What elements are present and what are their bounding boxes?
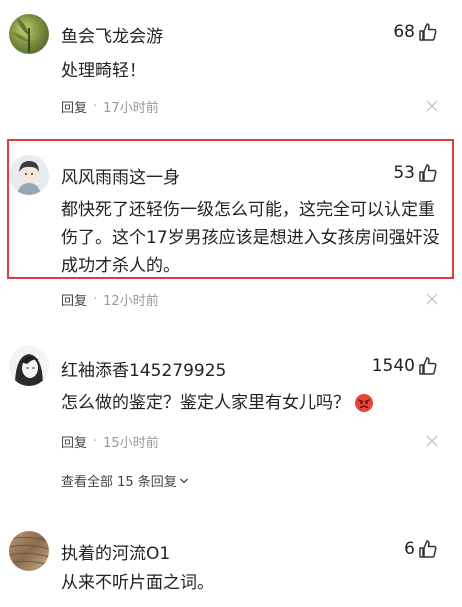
comment-username[interactable]: 执着的河流O1 <box>61 539 170 564</box>
avatar[interactable] <box>9 14 49 54</box>
close-icon[interactable] <box>426 435 438 447</box>
like-count: 6 <box>404 539 415 559</box>
view-all-replies-link[interactable]: 查看全部 15 条回复 <box>61 471 189 490</box>
close-icon[interactable] <box>426 293 438 305</box>
like-button[interactable]: 53 <box>393 163 438 183</box>
comment-time: 12小时前 <box>103 294 159 309</box>
comment-username[interactable]: 风风雨雨这一身 <box>61 163 180 188</box>
reply-button[interactable]: 回复 <box>61 432 87 451</box>
like-count: 1540 <box>371 356 415 376</box>
comment-time: 17小时前 <box>103 101 159 116</box>
like-button[interactable]: 1540 <box>372 356 438 376</box>
separator-dot: · <box>93 99 98 114</box>
like-count: 68 <box>393 22 415 42</box>
plant-icon <box>13 16 47 52</box>
comment-text: 从来不听片面之词。 <box>61 573 214 593</box>
comment-text: 都快死了还轻伤一级怎么可能，这完全可以认定重伤了。这个17岁男孩应该是想进入女孩… <box>61 200 440 276</box>
wood-texture-icon <box>9 536 49 566</box>
comment-text-row: 怎么做的鉴定？鉴定人家里有女儿吗？ <box>61 389 441 417</box>
view-all-replies-label: 查看全部 15 条回复 <box>61 475 177 490</box>
avatar[interactable] <box>9 346 49 386</box>
comment-meta: 回复 · 17小时前 <box>61 97 159 116</box>
chevron-down-icon <box>179 478 188 483</box>
reply-button[interactable]: 回复 <box>61 97 87 116</box>
separator-dot: · <box>93 434 98 449</box>
like-button[interactable]: 6 <box>404 539 438 559</box>
angry-face-icon <box>355 394 373 412</box>
comment-meta: 回复 · 12小时前 <box>61 290 159 309</box>
comment-username[interactable]: 红袖添香145279925 <box>61 356 226 381</box>
avatar[interactable] <box>9 155 49 195</box>
sketch-girl-icon <box>9 346 49 386</box>
comment-text: 怎么做的鉴定？鉴定人家里有女儿吗？ <box>61 393 350 413</box>
thumbs-up-icon <box>419 540 437 558</box>
close-icon[interactable] <box>426 100 438 112</box>
like-button[interactable]: 68 <box>393 22 438 42</box>
separator-dot: · <box>93 292 98 307</box>
comment-time: 15小时前 <box>103 436 159 451</box>
like-count: 53 <box>393 163 415 183</box>
thumbs-up-icon <box>419 357 437 375</box>
reply-button[interactable]: 回复 <box>61 290 87 309</box>
anime-boy-icon <box>9 155 49 195</box>
comment-text: 处理畸轻！ <box>61 61 146 81</box>
comment-meta: 回复 · 15小时前 <box>61 432 159 451</box>
avatar[interactable] <box>9 531 49 571</box>
comment-username[interactable]: 鱼会飞龙会游 <box>61 22 163 47</box>
thumbs-up-icon <box>419 164 437 182</box>
thumbs-up-icon <box>419 23 437 41</box>
